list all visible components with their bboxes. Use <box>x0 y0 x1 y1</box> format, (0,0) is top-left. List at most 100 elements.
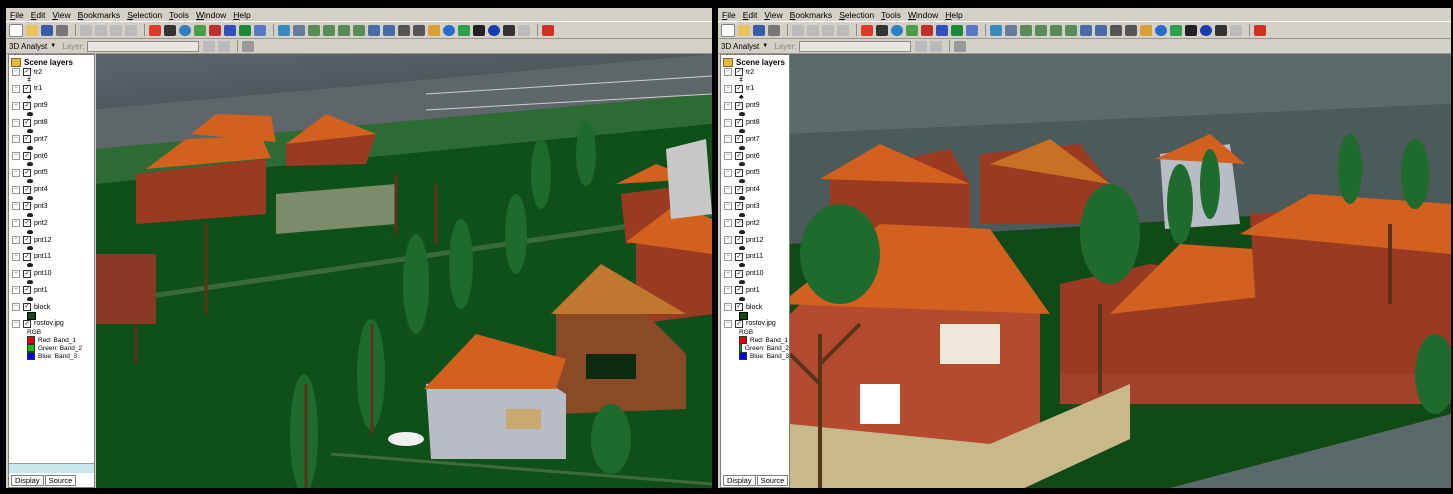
menu-help[interactable]: Help <box>945 10 962 20</box>
expand-icon[interactable]: − <box>12 286 20 295</box>
menu-edit[interactable]: Edit <box>31 10 46 20</box>
expand-icon[interactable]: − <box>724 252 732 261</box>
layer-dropdown[interactable] <box>87 40 200 52</box>
layer-row-pnt2[interactable]: − ✓ pnt2 <box>721 219 789 228</box>
editor-icon[interactable] <box>1254 24 1266 36</box>
checkbox-icon[interactable]: ✓ <box>735 303 743 312</box>
find-icon[interactable] <box>1215 24 1227 36</box>
cut-icon[interactable] <box>80 24 92 36</box>
checkbox-icon[interactable]: ✓ <box>735 269 743 278</box>
layer-row-tr1[interactable]: − ✓ tr1 <box>721 84 789 93</box>
menu-bookmarks[interactable]: Bookmarks <box>790 10 833 20</box>
steepest-path-icon[interactable] <box>218 40 231 52</box>
open-icon[interactable] <box>26 24 38 36</box>
steepest-path-icon[interactable] <box>930 40 943 52</box>
zoom-in-icon[interactable] <box>1080 24 1092 36</box>
expand-icon[interactable]: − <box>724 219 732 228</box>
menu-tools[interactable]: Tools <box>881 10 901 20</box>
checkbox-icon[interactable]: ✓ <box>735 152 743 161</box>
menu-selection[interactable]: Selection <box>127 10 162 20</box>
copy-icon[interactable] <box>807 24 819 36</box>
delete-icon[interactable] <box>125 24 137 36</box>
expand-icon[interactable]: − <box>12 68 20 77</box>
target-icon[interactable] <box>308 24 320 36</box>
stop-icon[interactable] <box>1170 24 1182 36</box>
expand-icon[interactable]: − <box>724 118 732 127</box>
checkbox-icon[interactable]: ✓ <box>23 269 31 278</box>
print-icon[interactable] <box>768 24 780 36</box>
expand-icon[interactable]: − <box>12 236 20 244</box>
paste-icon[interactable] <box>822 24 834 36</box>
contour-icon[interactable] <box>203 40 216 52</box>
expand-icon[interactable]: − <box>12 152 20 161</box>
expand-icon[interactable]: − <box>12 319 20 328</box>
contour-icon[interactable] <box>915 40 928 52</box>
window-icon[interactable] <box>936 24 948 36</box>
expand-icon[interactable]: − <box>12 168 20 177</box>
identify-icon[interactable] <box>488 24 500 36</box>
zoom-target-icon[interactable] <box>1050 24 1062 36</box>
zoom-out-icon[interactable] <box>1095 24 1107 36</box>
layer-row-block[interactable]: − ✓ block <box>9 303 94 312</box>
3d-analyst-menu[interactable]: 3D Analyst <box>9 42 56 51</box>
scene-viewport[interactable] <box>96 54 712 488</box>
checkbox-icon[interactable]: ✓ <box>23 152 31 161</box>
layer-row-pnt1[interactable]: − ✓ pnt1 <box>721 286 789 295</box>
toc-horizontal-scrollbar[interactable] <box>9 463 94 473</box>
full-globe-icon[interactable] <box>443 24 455 36</box>
expand-icon[interactable]: − <box>724 236 732 244</box>
layer-row-pnt11[interactable]: − ✓ pnt11 <box>721 252 789 261</box>
scene-viewport[interactable] <box>790 54 1451 488</box>
layer-row-pnt9[interactable]: − ✓ pnt9 <box>9 101 94 110</box>
expand-icon[interactable]: − <box>12 202 20 211</box>
expand-icon[interactable]: − <box>12 84 20 93</box>
expand-icon[interactable]: − <box>12 269 20 278</box>
toc-icon[interactable] <box>239 24 251 36</box>
checkbox-icon[interactable]: ✓ <box>735 135 743 144</box>
expand-icon[interactable]: − <box>724 319 732 328</box>
layer-row-tr2[interactable]: − ✓ tr2 <box>9 68 94 77</box>
layer-row-pnt6[interactable]: − ✓ pnt6 <box>9 152 94 161</box>
window-icon[interactable] <box>224 24 236 36</box>
identify-icon[interactable] <box>1200 24 1212 36</box>
tab-display[interactable]: Display <box>723 475 756 486</box>
expand-icon[interactable]: − <box>724 101 732 110</box>
checkbox-icon[interactable]: ✓ <box>23 118 31 127</box>
expand-icon[interactable]: − <box>724 303 732 312</box>
new-icon[interactable] <box>721 23 735 37</box>
menu-window[interactable]: Window <box>196 10 226 20</box>
tab-source[interactable]: Source <box>44 475 77 486</box>
profile-icon[interactable] <box>242 40 255 52</box>
paste-icon[interactable] <box>110 24 122 36</box>
checkbox-icon[interactable]: ✓ <box>23 236 31 244</box>
expand-icon[interactable]: − <box>12 135 20 144</box>
checkbox-icon[interactable]: ✓ <box>735 286 743 295</box>
expand-icon[interactable]: − <box>724 135 732 144</box>
full-globe-icon[interactable] <box>1155 24 1167 36</box>
save-icon[interactable] <box>41 24 53 36</box>
layer-row-pnt1[interactable]: − ✓ pnt1 <box>9 286 94 295</box>
pan-icon[interactable] <box>1140 24 1152 36</box>
globe-icon[interactable] <box>891 24 903 36</box>
menu-edit[interactable]: Edit <box>743 10 758 20</box>
checkbox-icon[interactable]: ✓ <box>23 286 31 295</box>
whats-this-icon[interactable] <box>254 24 266 36</box>
select-pointer-icon[interactable] <box>1185 24 1197 36</box>
checkbox-icon[interactable]: ✓ <box>735 168 743 177</box>
expand-icon[interactable]: − <box>724 68 732 77</box>
menu-view[interactable]: View <box>52 10 70 20</box>
layer-row-pnt11[interactable]: − ✓ pnt11 <box>9 252 94 261</box>
save-icon[interactable] <box>753 24 765 36</box>
center-icon[interactable] <box>323 24 335 36</box>
checkbox-icon[interactable]: ✓ <box>23 202 31 211</box>
full-extent-icon[interactable] <box>1110 24 1122 36</box>
checkbox-icon[interactable]: ✓ <box>23 185 31 194</box>
layer-row-rostov[interactable]: − ✓ rostov.jpg <box>721 319 789 328</box>
set-observer-icon[interactable] <box>353 24 365 36</box>
layer-row-pnt2[interactable]: − ✓ pnt2 <box>9 219 94 228</box>
checkbox-icon[interactable]: ✓ <box>23 303 31 312</box>
narrow-fov-icon[interactable] <box>413 24 425 36</box>
checkbox-icon[interactable]: ✓ <box>735 101 743 110</box>
measure-icon[interactable] <box>1230 24 1242 36</box>
layer-row-tr1[interactable]: − ✓ tr1 <box>9 84 94 93</box>
